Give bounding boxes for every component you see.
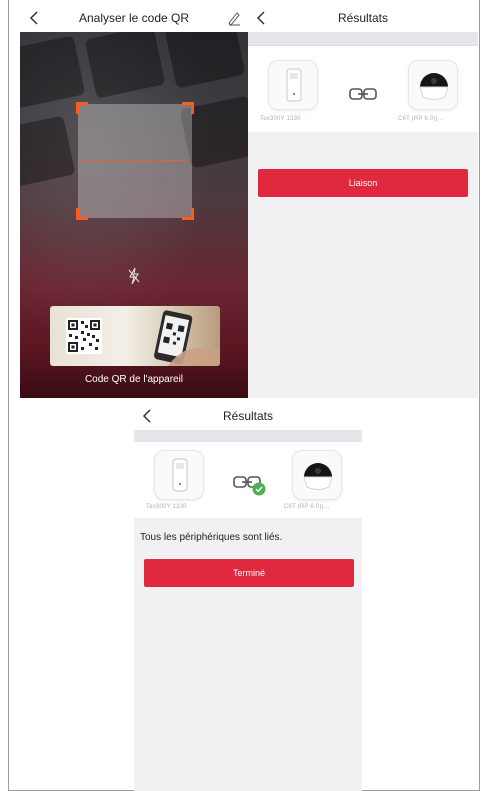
devices-section: Tex300Y 1330 C6T (RP 6.0)(... xyxy=(248,46,478,132)
scanner-title: Analyser le code QR xyxy=(78,11,190,25)
device-caption-right: C6T (RP 6.0)(... xyxy=(284,504,330,510)
status-message: Tous les périphériques sont liés. xyxy=(140,532,283,543)
flash-off-icon[interactable] xyxy=(126,266,142,286)
device-tile-camera xyxy=(408,60,458,110)
qr-code-illustration xyxy=(66,310,220,366)
viewfinder-corner xyxy=(182,102,194,114)
camera-icon xyxy=(419,73,449,100)
scanner-header: Analyser le code QR xyxy=(20,4,248,32)
device-caption-left: Tex300Y 1330 xyxy=(260,116,301,122)
results-title: Résultats xyxy=(337,11,389,25)
device-caption-left: Tex300Y 1330 xyxy=(146,504,187,510)
camera-icon xyxy=(303,463,333,490)
scan-viewfinder xyxy=(76,102,194,220)
door-sensor-icon xyxy=(286,68,302,102)
check-badge-icon xyxy=(252,482,266,496)
back-arrow-icon[interactable] xyxy=(140,406,156,426)
link-icon xyxy=(349,88,377,100)
results-screen-done: Résultats Tex300Y 1330 C6T (RP 6.0)(... … xyxy=(134,402,362,791)
back-arrow-icon[interactable] xyxy=(254,8,270,28)
results-header: Résultats xyxy=(248,4,478,32)
viewfinder-corner xyxy=(76,102,88,114)
back-arrow-icon[interactable] xyxy=(26,8,44,28)
devices-section: Tex300Y 1330 C6T (RP 6.0)(... xyxy=(134,442,362,518)
results-title: Résultats xyxy=(222,409,274,423)
device-tile-sensor xyxy=(154,450,204,500)
qr-caption: Code QR de l'appareil xyxy=(84,374,184,385)
viewfinder-corner xyxy=(76,208,88,220)
edit-pencil-icon[interactable] xyxy=(226,10,242,26)
scan-line xyxy=(82,160,188,161)
device-tile-sensor xyxy=(268,60,318,110)
results-subbar xyxy=(248,32,478,46)
viewfinder-corner xyxy=(182,208,194,220)
door-sensor-icon xyxy=(172,458,188,492)
results-header: Résultats xyxy=(134,402,362,430)
device-tile-camera xyxy=(292,450,342,500)
done-button[interactable]: Terminé xyxy=(144,559,354,587)
link-button[interactable]: Liaison xyxy=(258,169,468,197)
results-screen-link: Résultats Tex300Y 1330 C6T (RP 6.0)(... … xyxy=(248,4,478,398)
qr-scanner-screen: Analyser le code QR Code QR de l'apparei… xyxy=(20,4,248,398)
device-caption-right: C6T (RP 6.0)(... xyxy=(398,116,444,122)
qr-hint-image xyxy=(50,306,220,366)
